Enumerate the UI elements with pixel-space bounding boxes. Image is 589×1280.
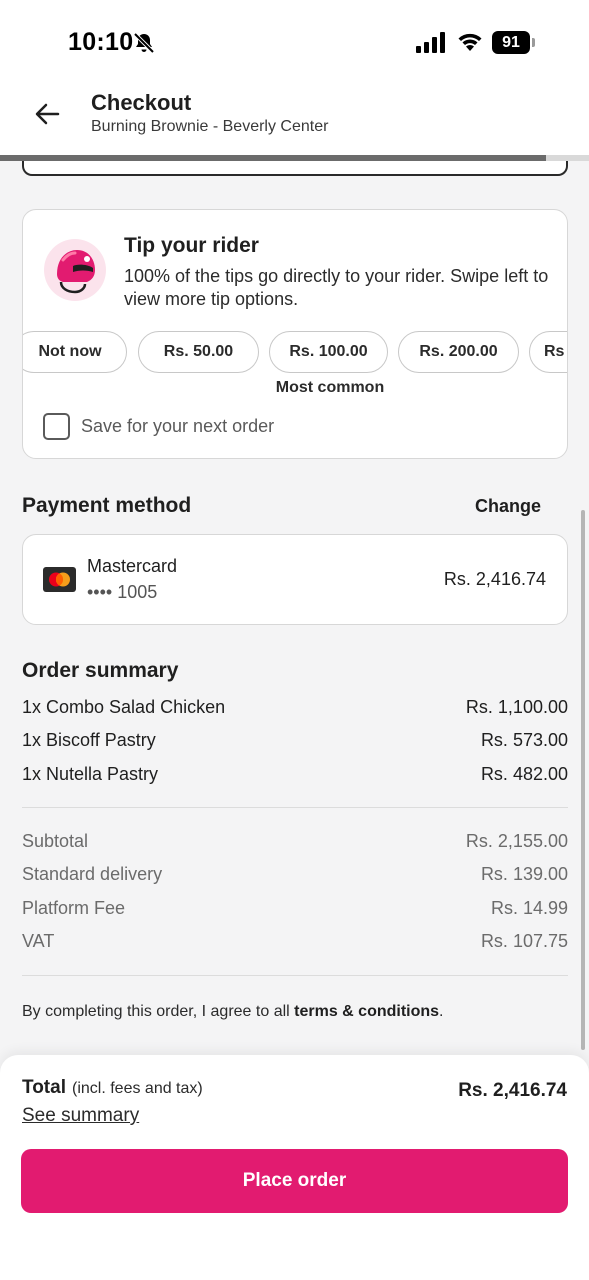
fee-label: Platform Fee [22, 898, 126, 918]
fee-row-vat: VAT Rs. 107.75 [22, 931, 568, 955]
payment-method-title: Payment method [22, 494, 192, 517]
scroll-progress-fill [0, 155, 546, 161]
summary-divider [22, 807, 568, 808]
scroll-progress-bar [0, 155, 589, 161]
tip-option-50[interactable]: Rs. 50.00 [138, 331, 259, 373]
fee-label: Standard delivery [22, 864, 163, 884]
fee-row-delivery: Standard delivery Rs. 139.00 [22, 864, 568, 888]
tip-option-100[interactable]: Rs. 100.00 [269, 331, 388, 373]
card-name: Mastercard [87, 556, 178, 576]
total-amount: Rs. 2,416.74 [458, 1080, 567, 1101]
tip-rider-card: Tip your rider 100% of the tips go direc… [22, 209, 568, 459]
see-summary-link[interactable]: See summary [22, 1105, 139, 1127]
header: Checkout Burning Brownie - Beverly Cente… [0, 80, 589, 156]
rider-helmet-icon [44, 239, 106, 301]
place-order-button[interactable]: Place order [21, 1149, 568, 1213]
restaurant-name: Burning Brownie - Beverly Center [91, 118, 329, 135]
tip-option-not-now[interactable]: Not now [23, 331, 127, 373]
battery-cap [532, 38, 535, 47]
terms-notice: By completing this order, I agree to all… [22, 1003, 444, 1021]
fee-row-platform: Platform Fee Rs. 14.99 [22, 898, 568, 922]
fee-amount: Rs. 14.99 [490, 898, 568, 918]
tip-title: Tip your rider [124, 234, 259, 257]
tip-option-more[interactable]: Rs [529, 331, 567, 373]
total-note: (incl. fees and tax) [72, 1080, 203, 1097]
order-item-row: 1x Combo Salad Chicken Rs. 1,100.00 [22, 697, 568, 721]
order-item-row: 1x Nutella Pastry Rs. 482.00 [22, 764, 568, 788]
checkout-footer: Total (incl. fees and tax) See summary R… [0, 1055, 589, 1280]
order-item-price: Rs. 482.00 [480, 764, 568, 784]
order-item-name: 1x Biscoff Pastry [22, 730, 156, 750]
scrollbar[interactable] [581, 510, 585, 1050]
payment-card[interactable]: Mastercard •••• 1005 Rs. 2,416.74 [22, 534, 568, 625]
tip-option-200[interactable]: Rs. 200.00 [398, 331, 519, 373]
fee-amount: Rs. 139.00 [480, 864, 568, 884]
battery-level: 91 [492, 31, 530, 54]
page-title: Checkout [91, 90, 192, 115]
status-bar: 10:10 91 [0, 0, 589, 80]
save-tip-checkbox[interactable] [43, 413, 70, 440]
cellular-signal-icon [416, 32, 445, 53]
order-summary-title: Order summary [22, 659, 179, 682]
fee-amount: Rs. 107.75 [480, 931, 568, 951]
status-time: 10:10 [68, 28, 134, 56]
order-item-name: 1x Nutella Pastry [22, 764, 159, 784]
battery-indicator: 91 [492, 31, 536, 54]
back-arrow-icon[interactable] [30, 96, 66, 132]
save-tip-label[interactable]: Save for your next order [81, 416, 274, 437]
wifi-icon [458, 33, 482, 51]
fee-label: VAT [22, 931, 55, 951]
order-item-name: 1x Combo Salad Chicken [22, 697, 226, 717]
total-label: Total [22, 1077, 66, 1098]
fee-amount: Rs. 2,155.00 [465, 831, 568, 851]
payment-amount: Rs. 2,416.74 [443, 569, 546, 589]
terms-suffix: . [439, 1003, 444, 1020]
bell-muted-icon [133, 32, 155, 54]
tip-options-carousel[interactable]: Not now Rs. 50.00 Rs. 100.00 Rs. 200.00 … [23, 331, 567, 375]
terms-divider [22, 975, 568, 976]
fee-row-subtotal: Subtotal Rs. 2,155.00 [22, 831, 568, 855]
terms-link[interactable]: terms & conditions [294, 1003, 439, 1020]
order-item-price: Rs. 573.00 [480, 730, 568, 750]
fee-label: Subtotal [22, 831, 89, 851]
terms-prefix: By completing this order, I agree to all [22, 1003, 295, 1020]
order-item-row: 1x Biscoff Pastry Rs. 573.00 [22, 730, 568, 754]
order-item-price: Rs. 1,100.00 [465, 697, 568, 717]
change-payment-button[interactable]: Change [475, 496, 541, 517]
mastercard-icon [43, 567, 76, 592]
card-number: •••• 1005 [87, 582, 158, 602]
most-common-label: Most common [275, 379, 385, 396]
tip-description: 100% of the tips go directly to your rid… [124, 266, 549, 309]
